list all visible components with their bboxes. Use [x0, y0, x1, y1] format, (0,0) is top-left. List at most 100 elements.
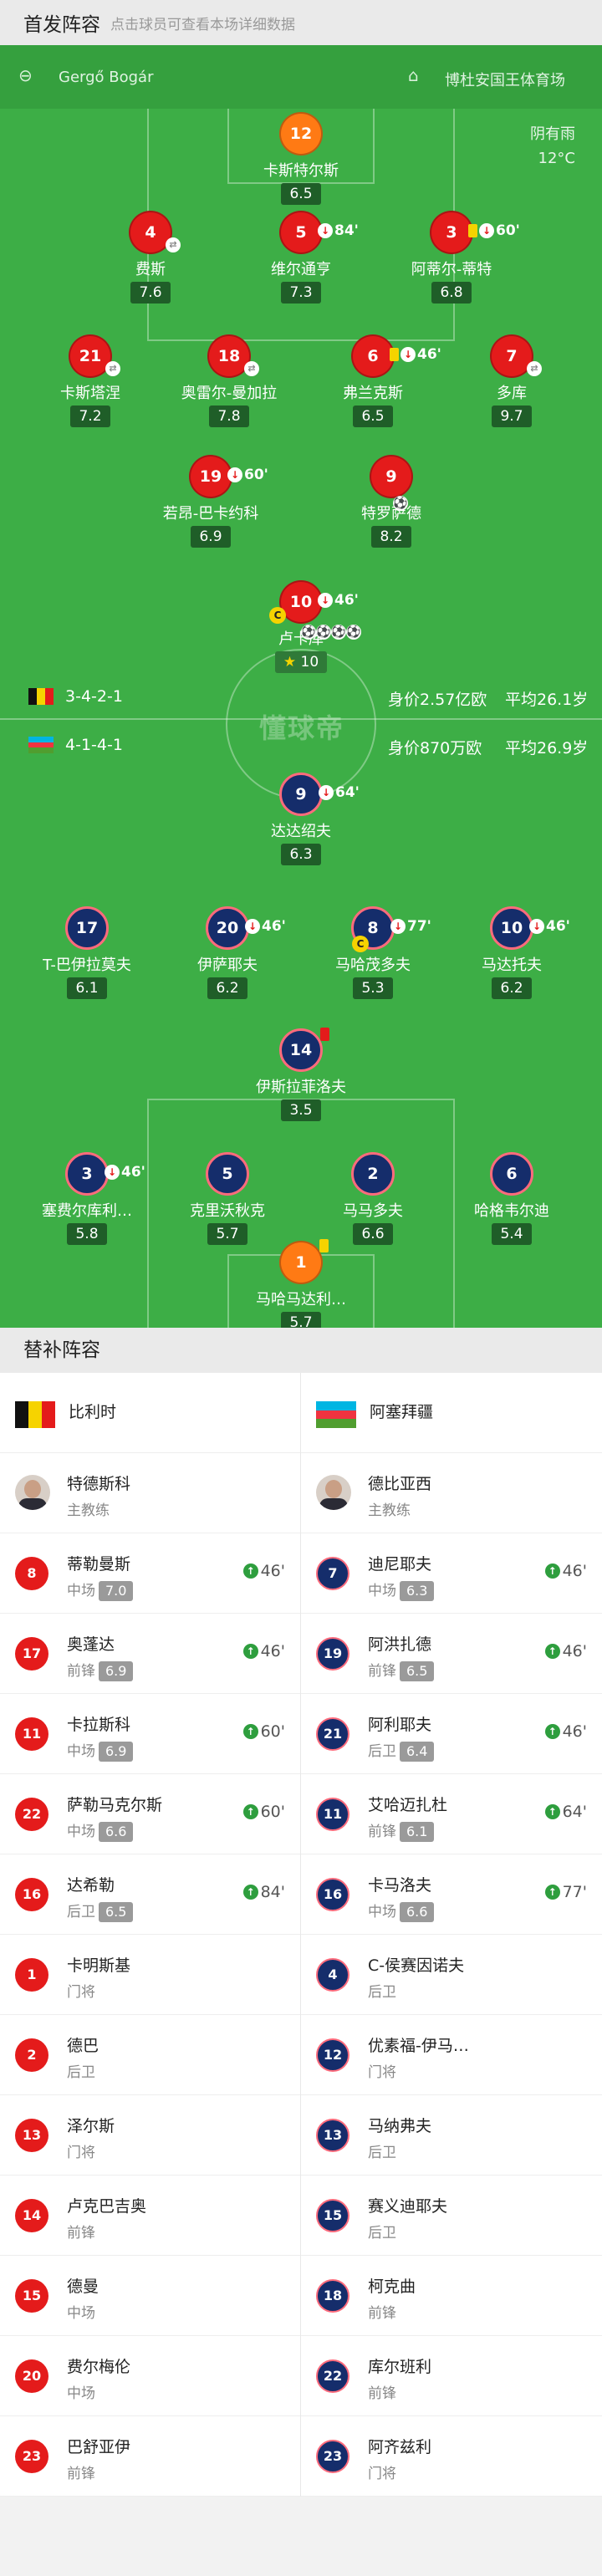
- player-card[interactable]: 10 ↓ 46' C ⚽⚽⚽⚽ 卢卡库 ★ 10: [217, 580, 385, 673]
- sub-in-arrow-icon: ↑: [242, 1724, 258, 1739]
- player-name: 优素福-伊马…: [368, 2037, 469, 2055]
- sub-player-row[interactable]: 13 泽尔斯 门将: [0, 2095, 300, 2176]
- player-rating: 3.5: [281, 1099, 321, 1121]
- player-position-line: 前锋 6.1: [368, 1819, 435, 1842]
- sub-player-row[interactable]: 23 巴舒亚伊 前锋: [0, 2416, 300, 2497]
- player-card[interactable]: 5 克里沃秋克 5.7: [144, 1152, 311, 1245]
- player-number: 11: [316, 1798, 349, 1831]
- sub-in-badge: ↑ 64': [544, 1803, 587, 1821]
- sub-player-row[interactable]: 16 达希勒 后卫 6.5 ↑ 84': [0, 1854, 300, 1935]
- sub-player-row[interactable]: 15 德曼 中场: [0, 2256, 300, 2336]
- home-formation: 3-4-2-1: [28, 687, 123, 706]
- player-card[interactable]: 1 马哈马达利… 5.7: [217, 1239, 385, 1328]
- player-position-line: 后卫 6.4: [368, 1739, 435, 1762]
- player-rating: 6.6: [400, 1902, 435, 1922]
- player-name: 达达绍夫: [271, 823, 331, 840]
- sub-player-row[interactable]: 22 库尔班利 前锋: [301, 2336, 602, 2416]
- sub-player-row[interactable]: 4 C-侯赛因诺夫 后卫: [301, 1935, 602, 2015]
- sub-in-minute: 64': [562, 1803, 587, 1821]
- sub-in-arrow-icon: ↑: [242, 1644, 258, 1659]
- player-name: 卡明斯基: [67, 1956, 131, 1975]
- player-position-line: 后卫: [368, 2221, 396, 2242]
- sub-in-minute: 60': [260, 1803, 285, 1821]
- goal-ball-icon: ⚽: [346, 625, 361, 640]
- sub-player-row[interactable]: 22 萨勒马克尔斯 中场 6.6 ↑ 60': [0, 1774, 300, 1854]
- player-number-text: 10: [500, 919, 523, 937]
- player-card[interactable]: 19 ↓ 60' 若昂-巴卡约科 6.9: [127, 455, 294, 548]
- sub-in-arrow-icon: ↑: [242, 1563, 258, 1579]
- pitch: ⊖ Gergő Bogár ⌂ 博杜安国王体育场 阴有雨 12°C 懂球帝 3-…: [0, 45, 602, 1328]
- player-number: 13: [15, 2119, 48, 2152]
- home-avg-age: 平均26.1岁: [505, 691, 589, 709]
- sub-player-row[interactable]: 17 奥蓬达 前锋 6.9 ↑ 46': [0, 1614, 300, 1694]
- substitutes-columns: 比利时 特德斯科 主教练 8 蒂勒曼斯 中场 7.0 ↑ 46' 17 奥蓬达 前锋 6.9 ↑ 46' 1…: [0, 1373, 602, 2497]
- player-number: 20: [15, 2359, 48, 2393]
- sub-player-row[interactable]: 14 卢克巴吉奥 前锋: [0, 2176, 300, 2256]
- sub-player-row[interactable]: 23 阿齐兹利 门将: [301, 2416, 602, 2497]
- player-card[interactable]: 6 哈格韦尔迪 5.4: [428, 1152, 595, 1245]
- player-name: 艾哈迈扎杜: [368, 1796, 448, 1814]
- sub-badge: ↓ 84': [318, 211, 359, 251]
- player-name: 马纳弗夫: [368, 2117, 432, 2135]
- player-number: 15: [15, 2279, 48, 2313]
- player-name: 马达托夫: [482, 956, 542, 974]
- sub-minute: 60': [244, 467, 268, 483]
- watermark: 懂球帝: [259, 712, 345, 744]
- player-card[interactable]: 14 伊斯拉菲洛夫 3.5: [217, 1028, 385, 1121]
- sub-player-row[interactable]: 20 费尔梅伦 中场: [0, 2336, 300, 2416]
- player-rating: 8.2: [371, 526, 411, 548]
- player-card[interactable]: 9 ↓ 64' 达达绍夫 6.3: [217, 773, 385, 865]
- player-position-line: 门将: [67, 2140, 95, 2161]
- player-name: 特罗萨德: [361, 505, 421, 523]
- home-subs-list: 特德斯科 主教练 8 蒂勒曼斯 中场 7.0 ↑ 46' 17 奥蓬达 前锋 6.9 ↑ 46' 11 卡拉斯…: [0, 1453, 300, 2497]
- goal-ball-icon: ⚽: [331, 625, 346, 640]
- coach-row[interactable]: 特德斯科 主教练: [0, 1453, 300, 1533]
- player-number: 4 ⇄: [129, 211, 181, 254]
- sub-in-arrow-icon: ↑: [242, 1885, 258, 1900]
- sub-in-minute: 46': [562, 1562, 587, 1580]
- azerbaijan-flag-icon: [28, 737, 54, 754]
- sub-player-row[interactable]: 19 阿洪扎德 前锋 6.5 ↑ 46': [301, 1614, 602, 1694]
- player-card[interactable]: 3 ↓ 60' 阿蒂尔-蒂特 6.8: [368, 211, 535, 304]
- sub-in-badge: ↑ 46': [242, 1562, 285, 1580]
- player-card[interactable]: 4 ⇄ 费斯 7.6: [67, 211, 234, 304]
- player-name: 达希勒: [67, 1876, 115, 1895]
- player-number: 22: [15, 1798, 48, 1831]
- player-name: 卢克巴吉奥: [67, 2197, 147, 2216]
- weather-text: 阴有雨: [530, 125, 575, 143]
- goal-ball-icon: ⚽: [301, 625, 316, 640]
- player-name: 维尔通亨: [271, 261, 331, 278]
- referee-name: Gergő Bogár: [59, 69, 154, 86]
- sub-in-minute: 84': [260, 1883, 285, 1901]
- sub-player-row[interactable]: 8 蒂勒曼斯 中场 7.0 ↑ 46': [0, 1533, 300, 1614]
- sub-player-row[interactable]: 18 柯克曲 前锋: [301, 2256, 602, 2336]
- player-number: 11: [15, 1717, 48, 1751]
- player-number-text: 3: [81, 1165, 93, 1183]
- player-number: 16: [316, 1878, 349, 1911]
- sub-player-row[interactable]: 15 赛义迪耶夫 后卫: [301, 2176, 602, 2256]
- sub-player-row[interactable]: 21 阿利耶夫 后卫 6.4 ↑ 46': [301, 1694, 602, 1774]
- player-card[interactable]: 20 ↓ 46' 伊萨耶夫 6.2: [144, 906, 311, 999]
- sub-in-badge: ↑ 60': [242, 1803, 285, 1821]
- player-card[interactable]: 12 卡斯特尔斯 6.5: [217, 112, 385, 205]
- player-card[interactable]: 5 ↓ 84' 维尔通亨 7.3: [217, 211, 385, 304]
- sub-player-row[interactable]: 11 卡拉斯科 中场 6.9 ↑ 60': [0, 1694, 300, 1774]
- sub-player-row[interactable]: 16 卡马洛夫 中场 6.6 ↑ 77': [301, 1854, 602, 1935]
- player-card[interactable]: 18 ⇄ 奥雷尔-曼加拉 7.8: [145, 334, 313, 427]
- player-rating: 7.3: [281, 282, 321, 304]
- sub-player-row[interactable]: 12 优素福-伊马… 门将: [301, 2015, 602, 2095]
- player-card[interactable]: 10 ↓ 46' 马达托夫 6.2: [428, 906, 595, 999]
- player-number: 19 ↓ 60': [189, 455, 268, 498]
- player-position: 前锋: [368, 1824, 396, 1840]
- sub-player-row[interactable]: 13 马纳弗夫 后卫: [301, 2095, 602, 2176]
- away-subs-column: 阿塞拜疆 德比亚西 主教练 7 迪尼耶夫 中场 6.3 ↑ 46' 19 阿洪扎德 前锋 6.5 ↑ 46…: [301, 1373, 602, 2497]
- sub-player-row[interactable]: 2 德巴 后卫: [0, 2015, 300, 2095]
- player-card[interactable]: 9 ⚽ 特罗萨德 8.2: [308, 455, 475, 548]
- sub-player-row[interactable]: 1 卡明斯基 门将: [0, 1935, 300, 2015]
- player-card[interactable]: 7 ⇄ 多库 9.7: [428, 334, 595, 427]
- sub-player-row[interactable]: 11 艾哈迈扎杜前锋 6.1 ↑ 64': [301, 1774, 602, 1854]
- coach-row[interactable]: 德比亚西 主教练: [301, 1453, 602, 1533]
- player-position-line: 中场 6.3: [368, 1579, 435, 1601]
- player-rating: 6.3: [281, 844, 321, 865]
- sub-player-row[interactable]: 7 迪尼耶夫 中场 6.3 ↑ 46': [301, 1533, 602, 1614]
